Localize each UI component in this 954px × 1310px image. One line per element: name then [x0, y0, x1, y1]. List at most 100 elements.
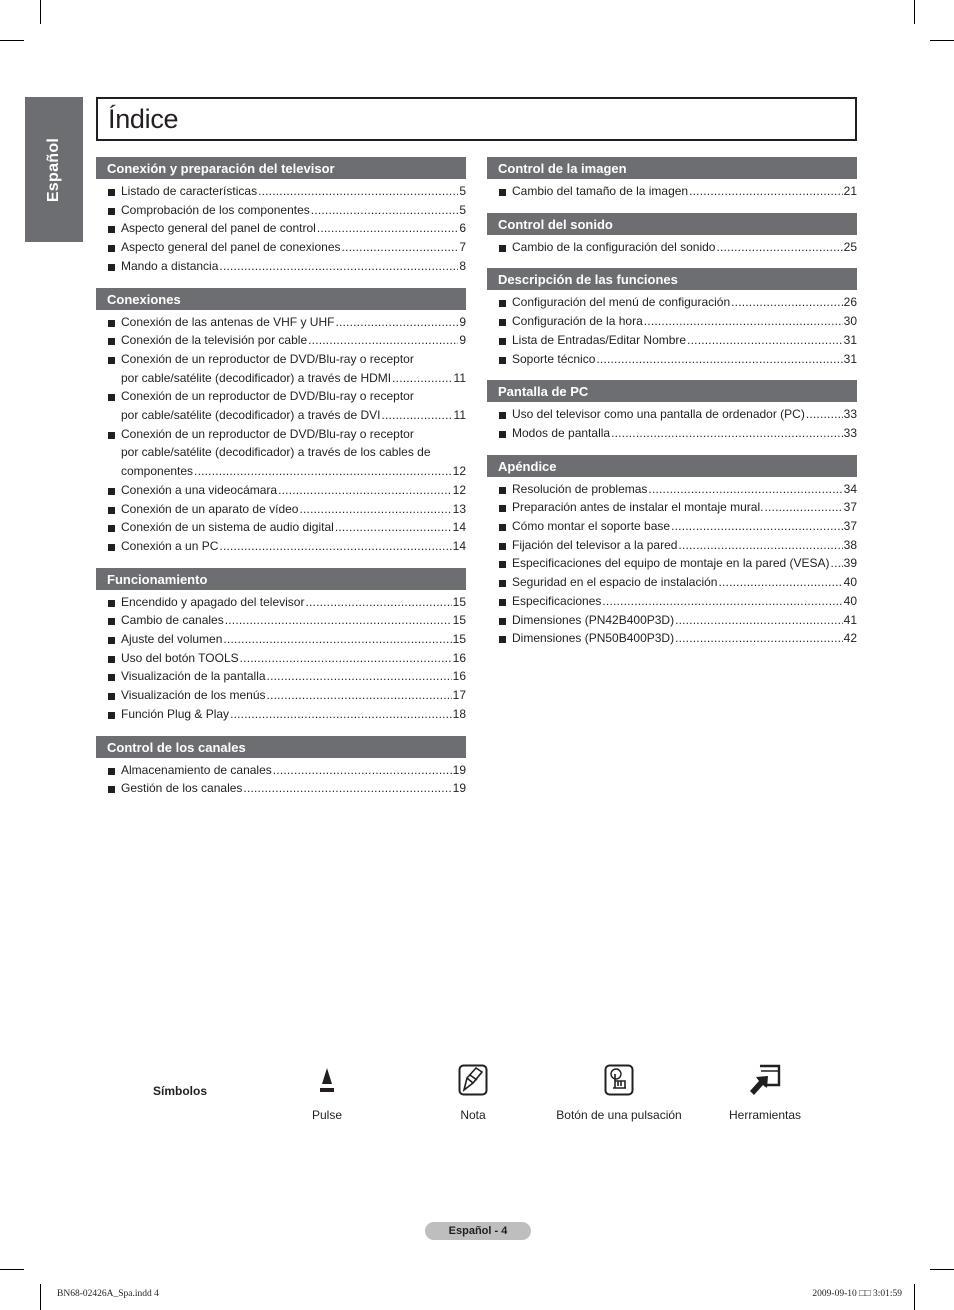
toc-entry[interactable]: Almacenamiento de canales 19 — [96, 761, 466, 780]
toc-entry[interactable]: Preparación antes de instalar el montaje… — [487, 498, 857, 517]
symbol-label: Pulse — [311, 1108, 343, 1122]
toc-entry[interactable]: Configuración del menú de configuración 2… — [487, 293, 857, 312]
toc-section: Conexión y preparación del televisor List… — [96, 157, 466, 276]
toc-section: Funcionamiento Encendido y apagado del te… — [96, 567, 466, 724]
toc-entry[interactable]: Conexión de las antenas de VHF y UHF 9 — [96, 313, 466, 332]
toc-entry-page: 18 — [452, 706, 466, 721]
toc-entry[interactable]: Resolución de problemas 34 — [487, 480, 857, 499]
toc-entry[interactable]: Lista de Entradas/Editar Nombre 31 — [487, 331, 857, 350]
toc-entry[interactable]: Conexión de un reproductor de DVD/Blu-ra… — [96, 425, 466, 481]
leader-dots — [335, 518, 452, 537]
leader-dots — [267, 667, 452, 686]
section-heading: Pantalla de PC — [487, 380, 857, 403]
toc-entry[interactable]: Cómo montar el soporte base 37 — [487, 517, 857, 536]
toc-entry-text: Dimensiones (PN42B400P3D) — [512, 612, 675, 627]
press-icon — [247, 1062, 407, 1098]
toc-entry-text: Conexión de un reproductor de DVD/Blu-ra… — [121, 351, 414, 366]
toc-entry-text: Conexión a un PC — [121, 538, 219, 553]
toc-entry-page: 9 — [459, 314, 466, 329]
toc-entry[interactable]: Visualización de los menús 17 — [96, 686, 466, 705]
toc-entry-text: Aspecto general del panel de conexiones — [121, 240, 341, 255]
toc-entry[interactable]: Función Plug & Play 18 — [96, 705, 466, 724]
toc-entry[interactable]: Uso del botón TOOLS 16 — [96, 649, 466, 668]
toc-entry[interactable]: Conexión a una videocámara 12 — [96, 481, 466, 500]
leader-dots — [731, 293, 843, 312]
toc-entry[interactable]: Conexión a un PC 14 — [96, 537, 466, 556]
leader-dots — [831, 554, 843, 573]
toc-entry-text: Soporte técnico — [512, 351, 596, 366]
toc-entry-page: 5 — [459, 202, 466, 217]
toc-entry[interactable]: Gestión de los canales 19 — [96, 779, 466, 798]
toc-entry-text: Aspecto general del panel de control — [121, 221, 316, 236]
toc-entry-page: 21 — [843, 184, 857, 198]
toc-entry-text: Fijación del televisor a la pared — [512, 537, 678, 552]
toc-entry[interactable]: Seguridad en el espacio de instalación 40 — [487, 573, 857, 592]
toc-entry[interactable]: Especificaciones 40 — [487, 592, 857, 611]
toc-left-column: Conexión y preparación del televisor List… — [96, 157, 466, 810]
toc-entry-page: 37 — [843, 519, 857, 534]
leader-dots — [392, 369, 452, 388]
toc-entry[interactable]: Dimensiones (PN50B400P3D) 42 — [487, 629, 857, 648]
toc-entry[interactable]: Configuración de la hora 30 — [487, 312, 857, 331]
toc-entry[interactable]: Conexión de un sistema de audio digital 1… — [96, 518, 466, 537]
toc-entry-text: Listado de características — [121, 184, 258, 198]
leader-dots — [240, 649, 452, 668]
page-title: Índice — [108, 104, 179, 134]
toc-entry[interactable]: Conexión de un reproductor de DVD/Blu-ra… — [96, 350, 466, 387]
toc-entry[interactable]: Conexión de la televisión por cable 9 — [96, 331, 466, 350]
toc-entry-text: Conexión de la televisión por cable — [121, 333, 308, 348]
leader-dots — [764, 498, 842, 517]
toc-entry[interactable]: Conexión de un aparato de vídeo 13 — [96, 500, 466, 519]
toc-entry-text: Conexión de un aparato de vídeo — [121, 501, 299, 516]
toc-entry[interactable]: Comprobación de los componentes 5 — [96, 201, 466, 220]
toc-section: Descripción de las funciones Configuració… — [487, 268, 857, 368]
toc-entry-page: 42 — [843, 631, 857, 646]
toc-entry[interactable]: Ajuste del volumen 15 — [96, 630, 466, 649]
toc-entry[interactable]: Aspecto general del panel de control 6 — [96, 219, 466, 238]
crop-mark — [40, 1284, 41, 1310]
leader-dots — [689, 182, 843, 201]
toc-entry[interactable]: Cambio de la configuración del sonido 25 — [487, 238, 857, 257]
toc-entry[interactable]: Uso del televisor como una pantalla de o… — [487, 405, 857, 424]
toc-entry-text: por cable/satélite (decodificador) a tra… — [121, 370, 392, 385]
symbol-label: Botón de una pulsación — [556, 1108, 682, 1122]
crop-mark — [0, 40, 24, 41]
toc-entry-page: 14 — [452, 520, 466, 535]
toc-entry-page: 16 — [452, 669, 466, 684]
toc-entry-text: Gestión de los canales — [121, 781, 243, 796]
toc-entry-text: Dimensiones (PN50B400P3D) — [512, 631, 675, 646]
toc-entry[interactable]: Conexión de un reproductor de DVD/Blu-ra… — [96, 387, 466, 424]
toc-entry[interactable]: Soporte técnico 31 — [487, 350, 857, 369]
toc-entry[interactable]: Aspecto general del panel de conexiones 7 — [96, 238, 466, 257]
language-label: Español — [45, 137, 62, 202]
toc-entry-page: 9 — [459, 333, 466, 348]
toc-entry[interactable]: Mando a distancia 8 — [96, 257, 466, 276]
toc-entry-page: 15 — [452, 613, 466, 628]
toc-entry[interactable]: Encendido y apagado del televisor 15 — [96, 593, 466, 612]
date-slug: 2009-09-10 □□ 3:01:59 — [812, 1289, 902, 1299]
toc-entry-text: por cable/satélite (decodificador) a tra… — [121, 445, 431, 460]
toc-entry-text: Cambio del tamaño de la imagen — [512, 184, 689, 198]
toc-entry[interactable]: Visualización de la pantalla 16 — [96, 667, 466, 686]
toc-entry[interactable]: Fijación del televisor a la pared 38 — [487, 536, 857, 555]
toc-entry[interactable]: Cambio del tamaño de la imagen 21 — [487, 182, 857, 201]
toc-entry-page: 33 — [843, 425, 857, 440]
toc-entry[interactable]: Listado de características 5 — [96, 182, 466, 201]
leader-dots — [716, 238, 842, 257]
toc-entry[interactable]: Cambio de canales 15 — [96, 611, 466, 630]
leader-dots — [342, 238, 459, 257]
leader-dots — [718, 573, 842, 592]
symbols-label: Símbolos — [153, 1084, 208, 1098]
toc-entry[interactable]: Modos de pantalla 33 — [487, 424, 857, 443]
leader-dots — [223, 630, 451, 649]
leader-dots — [675, 611, 843, 630]
toc-entry-text: Cómo montar el soporte base — [512, 519, 671, 534]
leader-dots — [258, 182, 458, 201]
toc-entry-text: Configuración del menú de configuración — [512, 295, 731, 310]
toc-entry[interactable]: Especificaciones del equipo de montaje e… — [487, 554, 857, 573]
toc-entry-page: 13 — [452, 501, 466, 516]
leader-dots — [311, 201, 459, 220]
symbol-note: Nota — [393, 1062, 553, 1122]
toc-entry-page: 17 — [452, 688, 466, 703]
toc-entry[interactable]: Dimensiones (PN42B400P3D) 41 — [487, 611, 857, 630]
